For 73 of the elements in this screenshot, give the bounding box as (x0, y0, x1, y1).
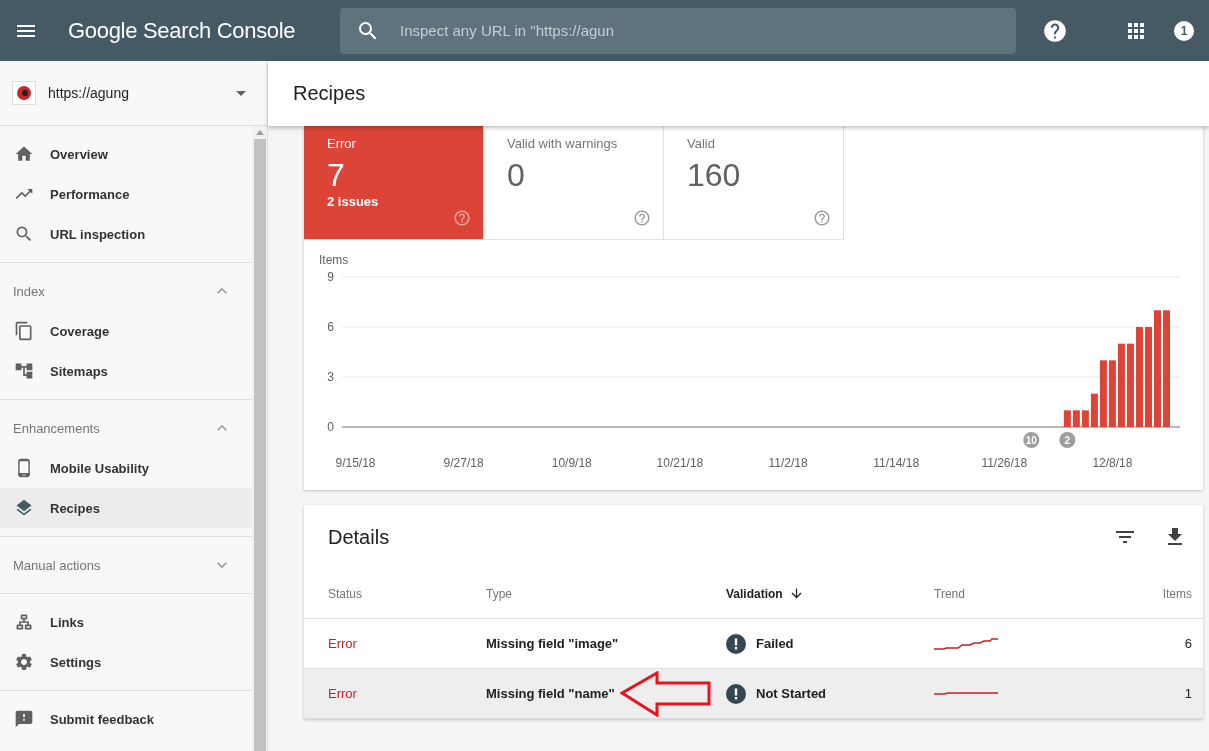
search-icon (14, 224, 34, 244)
product-logo: Google Search Console (68, 17, 297, 44)
nav-item[interactable]: Sitemaps (0, 351, 252, 391)
axis-tick-label: 9/15/18 (335, 456, 376, 470)
table-cell: 6 (1184, 636, 1192, 651)
search-input[interactable]: Inspect any URL in "https://agun (398, 21, 998, 40)
nav-item[interactable]: URL inspection (0, 214, 252, 254)
axis-tick-label: 11/14/18 (873, 456, 920, 470)
table-cell: Missing field "name" (486, 686, 615, 701)
home-icon (14, 144, 34, 164)
copy-icon (14, 321, 34, 341)
page-title: Recipes (293, 82, 366, 105)
axis-tick-label: 11/26/18 (981, 456, 1028, 470)
tile-label: Valid (687, 136, 715, 151)
settings-icon (14, 652, 34, 672)
column-header[interactable]: Status (328, 586, 363, 601)
table-cell: Failed (756, 636, 794, 651)
sitemap-icon (14, 361, 34, 381)
tile-label: Valid with warnings (507, 136, 618, 151)
section-title[interactable]: Index (13, 283, 45, 299)
summary-tile[interactable]: Valid 160 (664, 126, 844, 240)
summary-tile[interactable]: Error 7 2 issues (304, 126, 484, 240)
axis-tick-label: 10/21/18 (656, 456, 704, 470)
search-field[interactable]: Inspect any URL in "https://agun (340, 7, 1016, 54)
account-avatar[interactable]: 1 (1174, 20, 1194, 41)
section-title[interactable]: Manual actions (13, 557, 101, 573)
table-row[interactable]: Error Missing field "image" Failed 6 (304, 619, 1203, 669)
layers-icon (14, 498, 34, 518)
axis-title: Items (319, 253, 349, 267)
alert-icon (726, 683, 746, 704)
tile-subtitle: 2 issues (327, 194, 379, 209)
alert-icon (726, 633, 746, 654)
nav-item[interactable]: Mobile Usability (0, 448, 252, 488)
scrollbar[interactable] (252, 126, 267, 751)
tile-value: 160 (687, 157, 741, 194)
axis-tick-label: 3 (327, 370, 334, 384)
property-url[interactable]: https://agung (48, 85, 129, 101)
table-cell: Missing field "image" (486, 636, 619, 651)
column-header[interactable]: Items (1162, 586, 1192, 601)
nav-item[interactable]: Links (0, 602, 252, 642)
table-cell: 1 (1184, 686, 1192, 701)
axis-tick-label: 11/2/18 (768, 456, 808, 470)
nav-item[interactable]: Settings (0, 642, 252, 682)
nav-item[interactable]: Recipes (0, 488, 252, 528)
trend-sparkline (934, 637, 998, 650)
nav-item[interactable]: Performance (0, 174, 252, 214)
column-header[interactable]: Type (486, 586, 512, 601)
section-title: Details (328, 525, 390, 549)
help-icon[interactable] (1042, 17, 1068, 44)
trend-sparkline (934, 692, 998, 695)
tile-label: Error (327, 136, 356, 151)
feedback-icon (14, 709, 34, 729)
nav-item[interactable]: Overview (0, 134, 252, 174)
section-title[interactable]: Enhancements (13, 420, 100, 436)
tile-value: 7 (327, 157, 345, 194)
table-cell: Error (328, 636, 357, 651)
axis-tick-label: 9 (327, 270, 334, 284)
axis-tick-label: 12/8/18 (1092, 456, 1133, 470)
column-header[interactable]: Validation (726, 586, 804, 601)
axis-tick-label: 0 (327, 420, 334, 434)
table-cell: Error (328, 686, 357, 701)
table-cell: Not Started (756, 686, 827, 701)
axis-tick-label: 10/9/18 (551, 456, 592, 470)
table-row[interactable]: Error Missing field "name" Not Started 1 (304, 669, 1203, 719)
scroll-up-icon[interactable] (255, 130, 264, 135)
axis-tick-label: 6 (327, 320, 334, 334)
axis-tick-label: 9/27/18 (443, 456, 484, 470)
summary-tile[interactable]: Valid with warnings 0 (484, 126, 664, 240)
nav-item[interactable]: Coverage (0, 311, 252, 351)
tile-value: 0 (507, 157, 525, 194)
hierarchy-icon (14, 612, 34, 632)
column-header[interactable]: Trend (934, 586, 965, 601)
nav-item[interactable]: Submit feedback (0, 699, 252, 739)
